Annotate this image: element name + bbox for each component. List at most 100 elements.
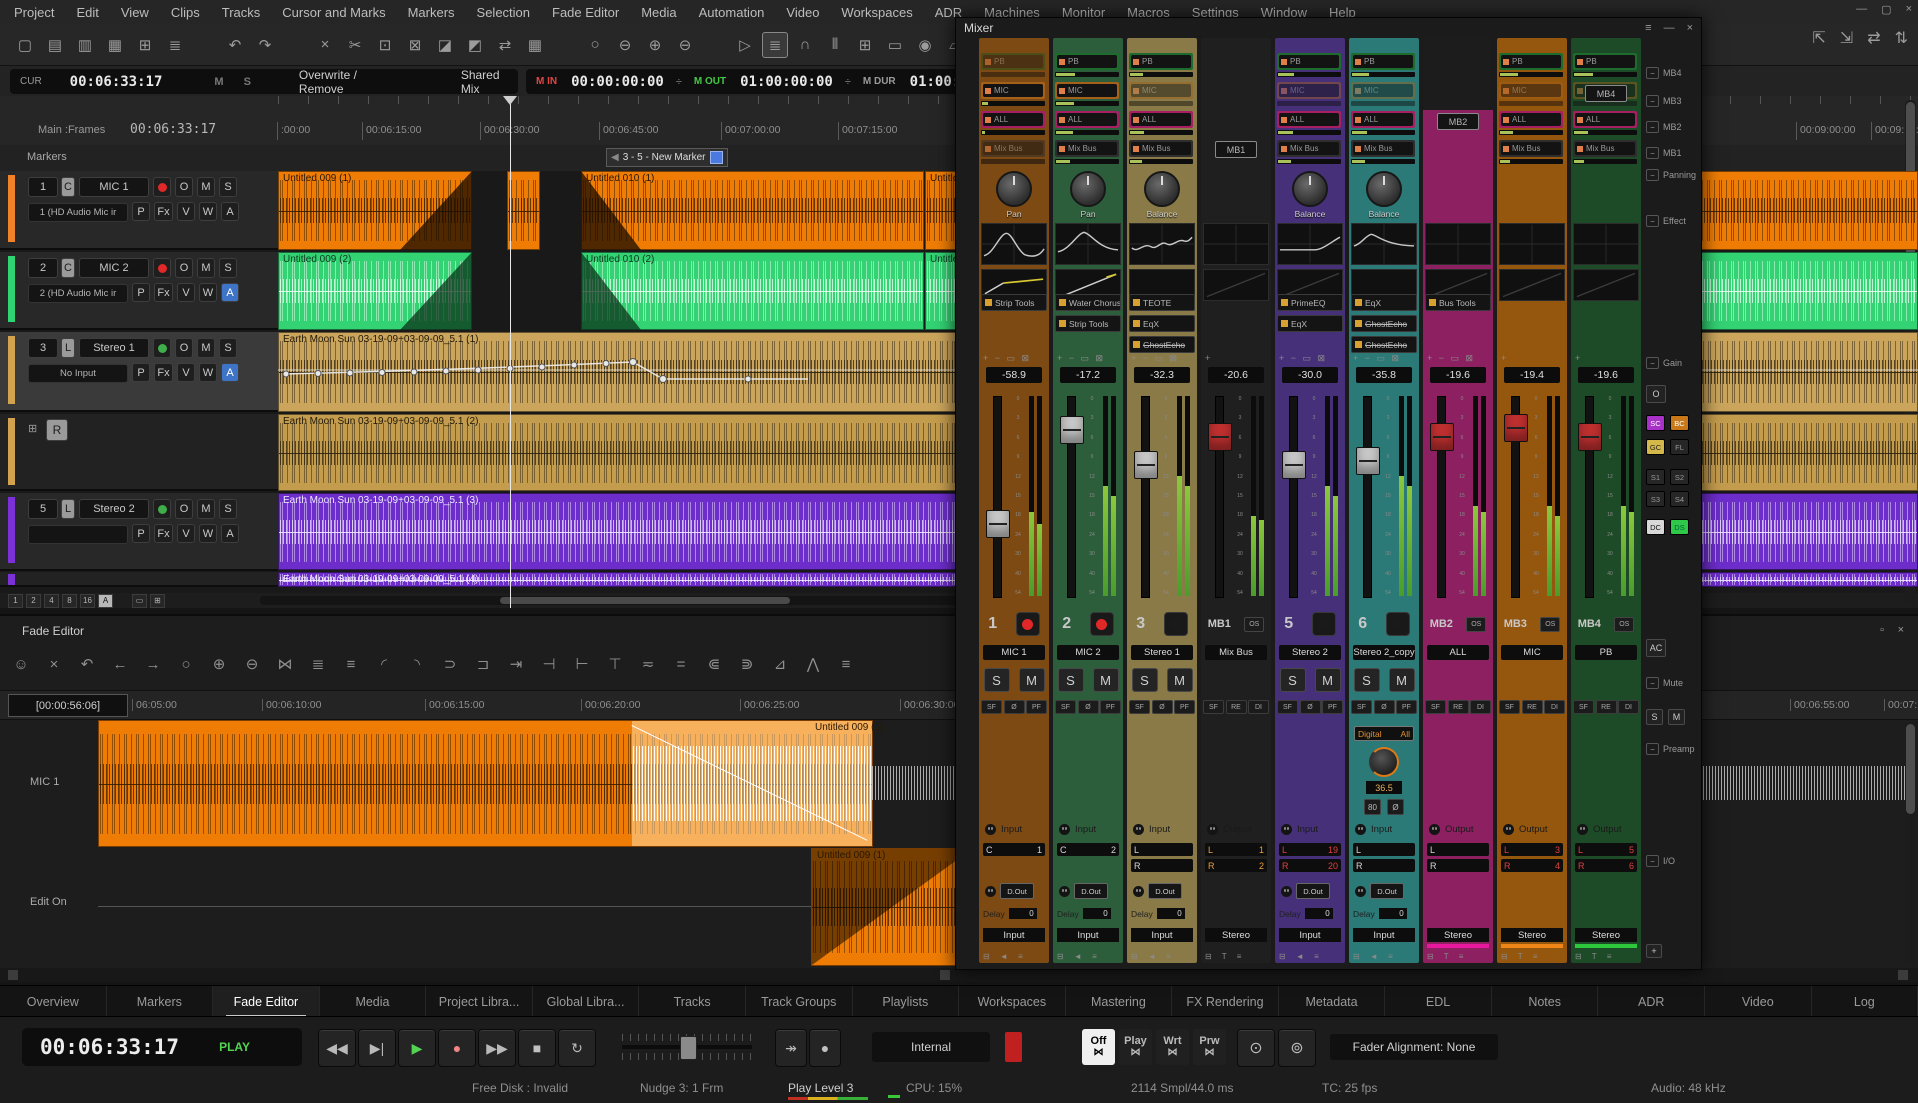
fade-tool-icon[interactable]: ≂ — [637, 653, 659, 675]
safe-button[interactable]: SF — [1129, 700, 1150, 714]
input-slot[interactable]: PB — [1055, 53, 1121, 82]
input-slot[interactable]: PB — [1129, 53, 1195, 82]
auto-button[interactable]: A — [221, 283, 239, 302]
collapse-icon[interactable]: − — [1646, 169, 1659, 181]
pin-icon[interactable]: ▫ — [1880, 624, 1884, 636]
r-channel-button[interactable]: R — [46, 419, 68, 441]
fade-tool-icon[interactable]: ↶ — [76, 653, 98, 675]
fader-db-value[interactable]: -32.3 — [1134, 367, 1190, 383]
pan-zoom-icon[interactable]: ⇅ — [1895, 28, 1908, 48]
minimize-icon[interactable]: — — [1856, 3, 1867, 16]
solo-indicator[interactable]: S — [244, 76, 251, 88]
mute-button[interactable]: M — [197, 258, 215, 278]
direct-out[interactable]: D.Out — [985, 883, 1034, 899]
input-slot[interactable]: MIC — [1277, 82, 1343, 111]
safe-button[interactable]: SF — [1573, 700, 1594, 714]
bottom-tab[interactable]: Video — [1705, 986, 1812, 1017]
delay-row[interactable]: Delay 0 — [1353, 908, 1407, 919]
minimize-icon[interactable]: — — [1664, 22, 1675, 34]
delay-row[interactable]: Delay 0 — [983, 908, 1037, 919]
output-button[interactable]: O — [175, 338, 193, 358]
solo-button[interactable]: S — [1280, 668, 1306, 692]
record-arm-button[interactable] — [1312, 612, 1336, 636]
dynamics-graph[interactable] — [1203, 269, 1269, 301]
fade-tool-icon[interactable]: ≡ — [835, 653, 857, 675]
fade-tool-icon[interactable]: ⊖ — [241, 653, 263, 675]
eq-graph[interactable] — [981, 223, 1047, 265]
toolbar-icon[interactable]: ↶ — [222, 32, 248, 58]
bottom-tab[interactable]: Global Libra... — [533, 986, 640, 1017]
track-bus-button[interactable]: C — [61, 177, 75, 197]
delay-row[interactable]: Delay 0 — [1057, 908, 1111, 919]
record-arm-button[interactable] — [1164, 612, 1188, 636]
strip-mode-label[interactable]: Input — [1353, 928, 1415, 942]
track-bus-button[interactable]: L — [61, 499, 75, 519]
solo-button[interactable]: S — [1646, 709, 1663, 725]
record-arm-button[interactable] — [1386, 612, 1410, 636]
zoom-preset-button[interactable]: 1 — [8, 594, 23, 608]
fader-db-value[interactable]: -30.0 — [1282, 367, 1338, 383]
transport-button[interactable]: ● — [438, 1029, 476, 1067]
dynamics-graph[interactable] — [1573, 269, 1639, 301]
marker-color-swatch[interactable] — [710, 151, 723, 164]
input-slot[interactable]: MIC — [1499, 82, 1565, 111]
input-slot[interactable]: MIC — [981, 82, 1047, 111]
write-button[interactable]: W — [199, 363, 217, 382]
safe-button[interactable]: SF — [1055, 700, 1076, 714]
solo-button[interactable]: S — [219, 499, 237, 519]
toolbar-icon[interactable]: ✂ — [342, 32, 368, 58]
maximize-icon[interactable]: ▢ — [1881, 3, 1891, 16]
video-button[interactable]: V — [177, 363, 195, 382]
safe-button[interactable]: SF — [1425, 700, 1446, 714]
grid-icon[interactable]: ⊞ — [150, 594, 165, 608]
bottom-tab[interactable]: Log — [1812, 986, 1918, 1017]
panel-section-toggle[interactable]: − I/O — [1646, 855, 1675, 867]
pan-knob[interactable] — [1292, 171, 1328, 207]
route-row-1[interactable]: L — [1131, 843, 1193, 856]
fader-handle[interactable] — [1504, 414, 1528, 442]
track-header[interactable]: 2 C MIC 2 O M S 2 (HD Audio Mic ir P Fx … — [0, 252, 278, 330]
transport-button[interactable]: ↻ — [558, 1029, 596, 1067]
menu-item[interactable]: Workspaces — [841, 5, 912, 20]
snapshot-camera-button[interactable]: ⊙ — [1237, 1029, 1275, 1067]
menu-item[interactable]: View — [121, 5, 149, 20]
route-row-2[interactable]: R2 — [1205, 859, 1267, 872]
strip-foot-icons[interactable]: ⊟ ◄ ≡ — [1057, 952, 1101, 961]
fade-tool-icon[interactable]: ⇥ — [505, 653, 527, 675]
strip-foot-icons[interactable]: ⊟ T ≡ — [1205, 952, 1245, 961]
fader-handle[interactable] — [1356, 447, 1380, 475]
marker-prev-icon[interactable]: ◀ — [611, 152, 619, 163]
route-row-2[interactable]: R — [1427, 859, 1489, 872]
bottom-tab[interactable]: Media — [320, 986, 427, 1017]
bottom-tab[interactable]: Fade Editor — [213, 986, 320, 1017]
fader-db-value[interactable]: -19.6 — [1430, 367, 1486, 383]
menu-item[interactable]: Video — [786, 5, 819, 20]
fader-db-value[interactable]: -35.8 — [1356, 367, 1412, 383]
automation-mode-button[interactable]: Play ⋈ — [1119, 1029, 1152, 1065]
output-button[interactable]: O — [175, 177, 193, 197]
os-button[interactable]: OS — [1614, 617, 1634, 632]
dynamics-graph[interactable] — [1499, 269, 1565, 301]
strip-name[interactable]: MIC — [1501, 645, 1563, 660]
phase-button[interactable]: Ø — [1374, 700, 1395, 714]
mute-button[interactable]: M — [1019, 668, 1045, 692]
strip-mode-label[interactable]: Stereo — [1205, 928, 1267, 942]
solo-button[interactable]: S — [219, 177, 237, 197]
toolbar-icon[interactable]: ⊕ — [642, 32, 668, 58]
plugin-slot[interactable]: Strip Tools — [1055, 315, 1121, 332]
edit-mode[interactable]: Overwrite / Remove — [299, 68, 399, 96]
prefader-button[interactable]: PF — [1396, 700, 1417, 714]
toolbar-icon[interactable]: ∩ — [792, 32, 818, 58]
fx-button[interactable]: Fx — [154, 524, 173, 543]
bus-label[interactable]: MB1 — [1215, 141, 1257, 158]
record-arm-button[interactable] — [153, 177, 171, 197]
track-input[interactable] — [28, 525, 128, 544]
transport-extra-button[interactable]: ● — [809, 1029, 841, 1067]
panel-section-toggle[interactable]: − Effect — [1646, 215, 1686, 227]
input-slot[interactable]: PB — [1573, 53, 1639, 82]
fade-tool-icon[interactable]: ☺ — [10, 653, 32, 675]
bottom-tab[interactable]: EDL — [1385, 986, 1492, 1017]
fx-button[interactable]: Fx — [154, 363, 173, 382]
scroll-handle[interactable] — [500, 597, 790, 604]
add-strip-button[interactable]: + — [1646, 944, 1662, 958]
